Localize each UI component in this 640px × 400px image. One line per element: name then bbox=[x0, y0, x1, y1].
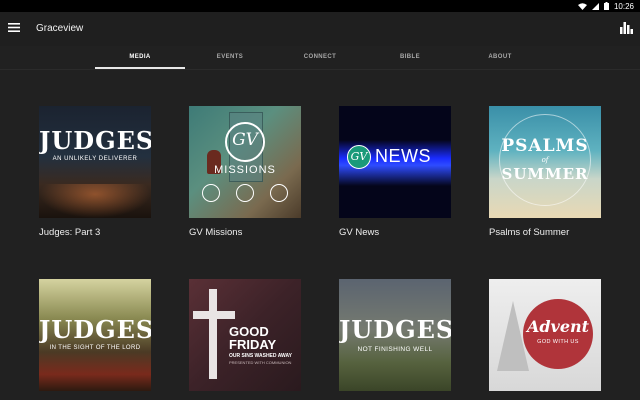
artwork-title: PSALMS bbox=[501, 136, 589, 156]
artwork-connector: of bbox=[541, 156, 549, 164]
tab-events[interactable]: EVENTS bbox=[185, 46, 275, 68]
tab-connect[interactable]: CONNECT bbox=[275, 46, 365, 68]
media-card[interactable]: JUDGES IN THE SIGHT OF THE LORD bbox=[39, 279, 151, 400]
status-bar: 10:26 bbox=[0, 0, 640, 12]
battery-icon bbox=[603, 2, 609, 10]
tab-bible[interactable]: BIBLE bbox=[365, 46, 455, 68]
menu-button[interactable] bbox=[6, 20, 22, 36]
artwork-subtitle: GOD WITH US bbox=[537, 339, 579, 345]
artwork-logo: GV bbox=[232, 130, 258, 150]
hamburger-icon bbox=[8, 19, 20, 37]
wifi-icon bbox=[577, 2, 587, 10]
stats-button[interactable] bbox=[620, 21, 634, 35]
artwork-subtitle: OUR SINS WASHED AWAY bbox=[229, 353, 292, 359]
card-title: GV Missions bbox=[189, 227, 243, 238]
artwork-subtitle: NOT FINISHING WELL bbox=[357, 346, 433, 353]
series-artwork: Advent GOD WITH US bbox=[489, 279, 601, 391]
artwork-subtitle: IN THE SIGHT OF THE LORD bbox=[49, 345, 141, 351]
series-artwork: GV NEWS bbox=[339, 106, 451, 218]
media-grid: JUDGES AN UNLIKELY DELIVERER Judges: Par… bbox=[0, 70, 640, 400]
series-artwork: GOOD FRIDAY OUR SINS WASHED AWAY PRESENT… bbox=[189, 279, 301, 391]
artwork-title: Advent bbox=[526, 317, 590, 336]
bar-chart-icon bbox=[620, 21, 633, 38]
tab-about[interactable]: ABOUT bbox=[455, 46, 545, 68]
artwork-title: JUDGES bbox=[339, 315, 451, 344]
media-card[interactable]: GV NEWS GV News bbox=[339, 106, 451, 238]
giving-icon bbox=[236, 184, 254, 202]
artwork-title-2: FRIDAY bbox=[229, 337, 277, 352]
media-card[interactable]: GOOD FRIDAY OUR SINS WASHED AWAY PRESENT… bbox=[189, 279, 301, 400]
status-time: 10:26 bbox=[613, 1, 634, 11]
status-icons: 10:26 bbox=[577, 1, 634, 11]
card-title: Psalms of Summer bbox=[489, 227, 570, 238]
going-icon bbox=[270, 184, 288, 202]
artwork-title: NEWS bbox=[375, 146, 431, 166]
media-card[interactable]: PSALMS of SUMMER Psalms of Summer bbox=[489, 106, 601, 238]
media-card[interactable]: JUDGES AN UNLIKELY DELIVERER Judges: Par… bbox=[39, 106, 151, 238]
card-title: Judges: Part 3 bbox=[39, 227, 101, 238]
artwork-logo: GV bbox=[350, 150, 368, 163]
series-artwork: GV MISSIONS bbox=[189, 106, 301, 218]
tab-media[interactable]: MEDIA bbox=[95, 46, 185, 68]
media-card[interactable]: GV MISSIONS GV Missions bbox=[189, 106, 301, 238]
tab-bar: MEDIA EVENTS CONNECT BIBLE ABOUT bbox=[0, 46, 640, 68]
artwork-subtitle: AN UNLIKELY DELIVERER bbox=[52, 156, 138, 162]
artwork-title: JUDGES bbox=[39, 315, 151, 344]
series-artwork: PSALMS of SUMMER bbox=[489, 106, 601, 218]
app-title: Graceview bbox=[36, 23, 84, 34]
artwork-title: MISSIONS bbox=[214, 164, 276, 176]
series-artwork: JUDGES AN UNLIKELY DELIVERER bbox=[39, 106, 151, 218]
series-artwork: JUDGES IN THE SIGHT OF THE LORD bbox=[39, 279, 151, 391]
signal-icon bbox=[591, 2, 599, 10]
praying-icon bbox=[202, 184, 220, 202]
series-artwork: JUDGES NOT FINISHING WELL bbox=[339, 279, 451, 391]
media-card[interactable]: JUDGES NOT FINISHING WELL bbox=[339, 279, 451, 400]
artwork-subtitle: SUMMER bbox=[501, 165, 589, 183]
app-bar: Graceview bbox=[0, 12, 640, 46]
card-title: GV News bbox=[339, 227, 380, 238]
artwork-note: PRESENTED WITH COMMUNION bbox=[229, 360, 292, 365]
artwork-title: JUDGES bbox=[39, 126, 151, 155]
media-card[interactable]: Advent GOD WITH US bbox=[489, 279, 601, 400]
